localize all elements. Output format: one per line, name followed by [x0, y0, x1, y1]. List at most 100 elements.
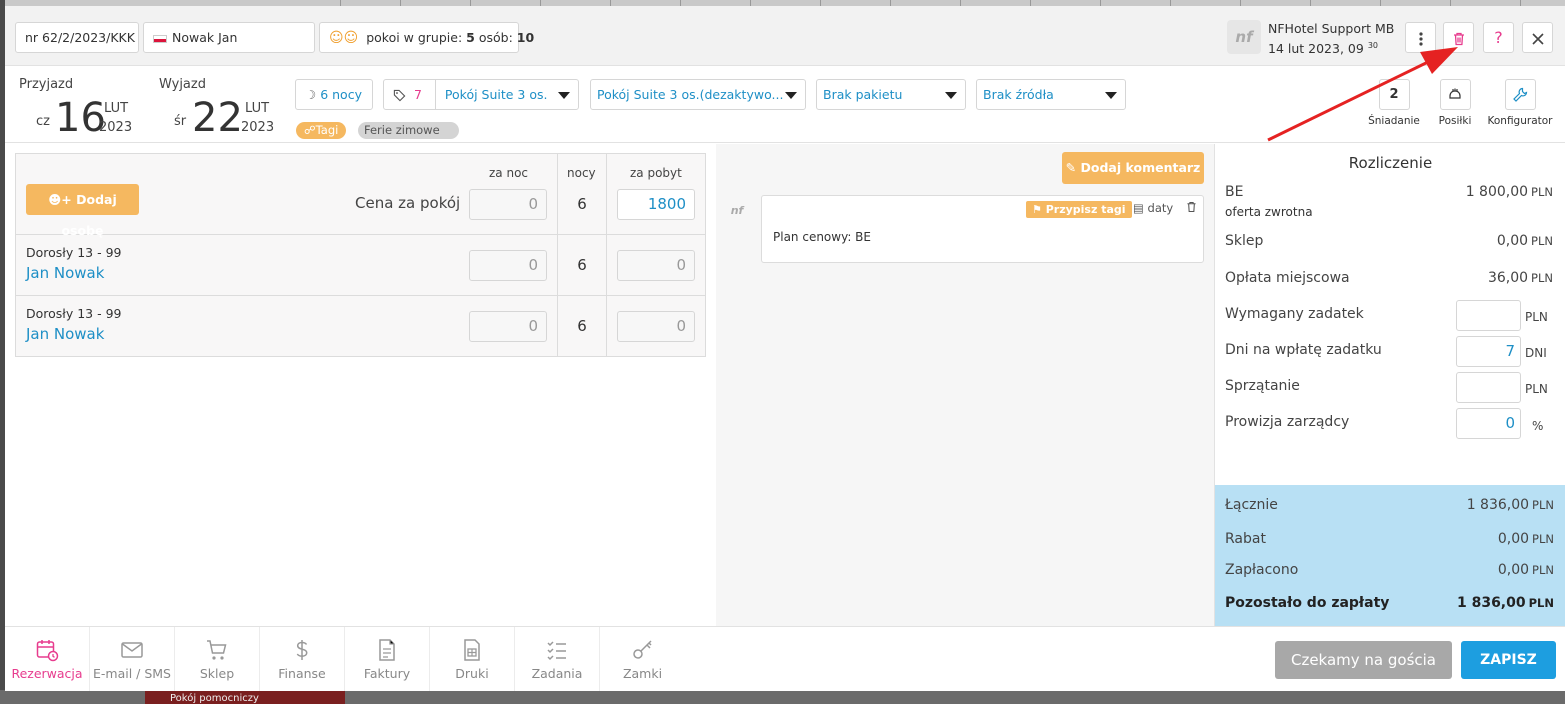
paid-label: Zapłacono [1225, 562, 1299, 578]
remaining-value: 1 836,00 PLN [1456, 595, 1554, 611]
departure-month: LUT [245, 101, 270, 116]
user-name: NFHotel Support MB [1268, 21, 1395, 36]
tag-chip[interactable]: Ferie zimowe [358, 122, 459, 139]
room-type-disabled: Pokój Suite 3 os.(dezaktywo... [597, 87, 784, 102]
tab-tasks[interactable]: Zadania [515, 627, 600, 691]
room-price-per-stay[interactable]: 1800 [617, 189, 695, 220]
comment-plus-icon: ✎ [1065, 160, 1077, 175]
package-value: Brak pakietu [823, 87, 903, 102]
waiting-for-guest-button[interactable]: Czekamy na gościa [1275, 641, 1452, 679]
room-type-select[interactable]: Pokój Suite 3 os.(dezaktywo... [590, 79, 806, 110]
add-user-icon: ☻+ [48, 192, 72, 207]
chevron-down-icon [945, 92, 957, 99]
billing-title: Rozliczenie [1348, 154, 1433, 172]
cart-icon [207, 640, 227, 660]
guest-name: Nowak Jan [172, 30, 238, 45]
checklist-icon [547, 641, 566, 661]
guests-panel: za noc nocy za pobyt ☻+ Dodaj osobę Cena… [5, 144, 716, 626]
total-value: 1 836,00 PLN [1466, 497, 1554, 513]
service-breakfast[interactable]: 2 Śniadanie [1366, 79, 1422, 127]
assign-tags-button[interactable]: ⚑ Przypisz tagi [1026, 201, 1132, 218]
col-nights: nocy [567, 166, 596, 180]
shop-label: Sklep [1225, 233, 1264, 249]
guest-price-per-night[interactable]: 0 [469, 311, 547, 342]
user-datetime: 14 lut 2023, 09 [1268, 41, 1364, 57]
discount-value: 0,00 PLN [1497, 531, 1554, 547]
service-label: Konfigurator [1487, 115, 1553, 127]
add-comment-button[interactable]: ✎ Dodaj komentarz [1062, 152, 1204, 184]
deposit-input[interactable] [1456, 300, 1521, 331]
deposit-label: Wymagany zadatek [1225, 306, 1364, 322]
delete-comment-button[interactable] [1185, 200, 1198, 218]
source-value: Brak źródła [983, 87, 1054, 102]
delete-button[interactable] [1443, 22, 1474, 53]
dates-button[interactable]: ▤ daty [1133, 201, 1173, 215]
tab-shop[interactable]: Sklep [175, 627, 260, 691]
more-button[interactable] [1405, 22, 1436, 53]
guest-category: Dorosły 13 - 99 [26, 306, 122, 321]
footer-bar: Rezerwacja E-mail / SMS Sklep Finanse Fa… [5, 626, 1565, 691]
group-rooms: 5 [466, 30, 475, 45]
tab-invoices[interactable]: Faktury [345, 627, 430, 691]
reservation-modal: nr 62/2/2023/KKK Nowak Jan ☺☺ pokoi w gr… [5, 6, 1565, 691]
add-person-button[interactable]: ☻+ Dodaj osobę [26, 184, 139, 238]
cleaning-input[interactable] [1456, 372, 1521, 403]
tab-label: Druki [455, 666, 489, 681]
nights-label: 6 nocy [320, 87, 362, 102]
guest-chip[interactable]: Nowak Jan [143, 22, 315, 53]
chevron-down-icon [558, 92, 570, 99]
deposit-days-label: Dni na wpłatę zadatku [1225, 342, 1382, 358]
service-meals[interactable]: Posiłki [1433, 79, 1477, 127]
commission-input[interactable]: 0 [1456, 408, 1521, 439]
room-select[interactable]: 7 Pokój Suite 3 os. [383, 79, 579, 110]
tab-prints[interactable]: Druki [430, 627, 515, 691]
guest-name-link[interactable]: Jan Nowak [26, 264, 104, 282]
tag-icon [393, 89, 406, 102]
more-vertical-icon [1418, 31, 1423, 46]
moon-icon: ☽ [305, 87, 317, 102]
remaining-label: Pozostało do zapłaty [1225, 595, 1390, 611]
room-price-per-night[interactable]: 0 [469, 189, 547, 220]
tab-email-sms[interactable]: E-mail / SMS [90, 627, 175, 691]
guest-price-per-stay[interactable]: 0 [617, 311, 695, 342]
service-configurator[interactable]: Konfigurator [1485, 79, 1555, 127]
help-button[interactable]: ? [1483, 22, 1514, 53]
guest-price-per-night[interactable]: 0 [469, 250, 547, 281]
tab-label: Faktury [363, 666, 411, 681]
group-chip[interactable]: ☺☺ pokoi w grupie: 5 osób: 10 [319, 22, 534, 53]
package-select[interactable]: Brak pakietu [816, 79, 966, 110]
group-users-icon: ☺☺ [329, 30, 359, 46]
tags-button-label: Tagi [315, 123, 339, 137]
guest-price-per-stay[interactable]: 0 [617, 250, 695, 281]
calendar-icon: ▤ [1133, 201, 1144, 215]
col-per-night: za noc [489, 166, 529, 180]
be-label: BE [1225, 184, 1244, 200]
room-number: 7 [413, 87, 422, 102]
group-persons: 10 [516, 30, 535, 45]
tab-reservation[interactable]: Rezerwacja [5, 627, 90, 691]
guests-table: za noc nocy za pobyt ☻+ Dodaj osobę Cena… [15, 153, 706, 357]
user-avatar: nf [1227, 20, 1261, 54]
bookmark-icon: ⚑ [1032, 203, 1042, 216]
guest-category: Dorosły 13 - 99 [26, 245, 122, 260]
service-label: Posiłki [1438, 115, 1472, 127]
source-select[interactable]: Brak źródła [976, 79, 1126, 110]
reservation-number[interactable]: nr 62/2/2023/KKK [15, 22, 139, 53]
nights-button[interactable]: ☽ 6 nocy [295, 79, 373, 110]
tag-outline-icon: ☍ [304, 123, 316, 137]
tab-label: Finanse [278, 666, 326, 681]
tab-locks[interactable]: Zamki [600, 627, 685, 691]
tab-finance[interactable]: Finanse [260, 627, 345, 691]
discount-label: Rabat [1225, 531, 1266, 547]
arrival-year: 2023 [99, 120, 133, 135]
guest-name-link[interactable]: Jan Nowak [26, 325, 104, 343]
invoice-icon [379, 639, 395, 661]
background-room-label: Pokój pomocniczy [170, 693, 259, 704]
save-button[interactable]: ZAPISZ [1461, 641, 1556, 679]
tags-button[interactable]: ☍Tagi [296, 122, 347, 139]
stay-details-bar: Przyjazd cz 16 LUT 2023 Wyjazd śr 22 LUT… [5, 67, 1565, 143]
deposit-days-input[interactable]: 7 [1456, 336, 1521, 367]
meals-icon [1439, 79, 1471, 110]
close-button[interactable] [1522, 22, 1553, 53]
group-label: pokoi w grupie: [366, 30, 463, 45]
